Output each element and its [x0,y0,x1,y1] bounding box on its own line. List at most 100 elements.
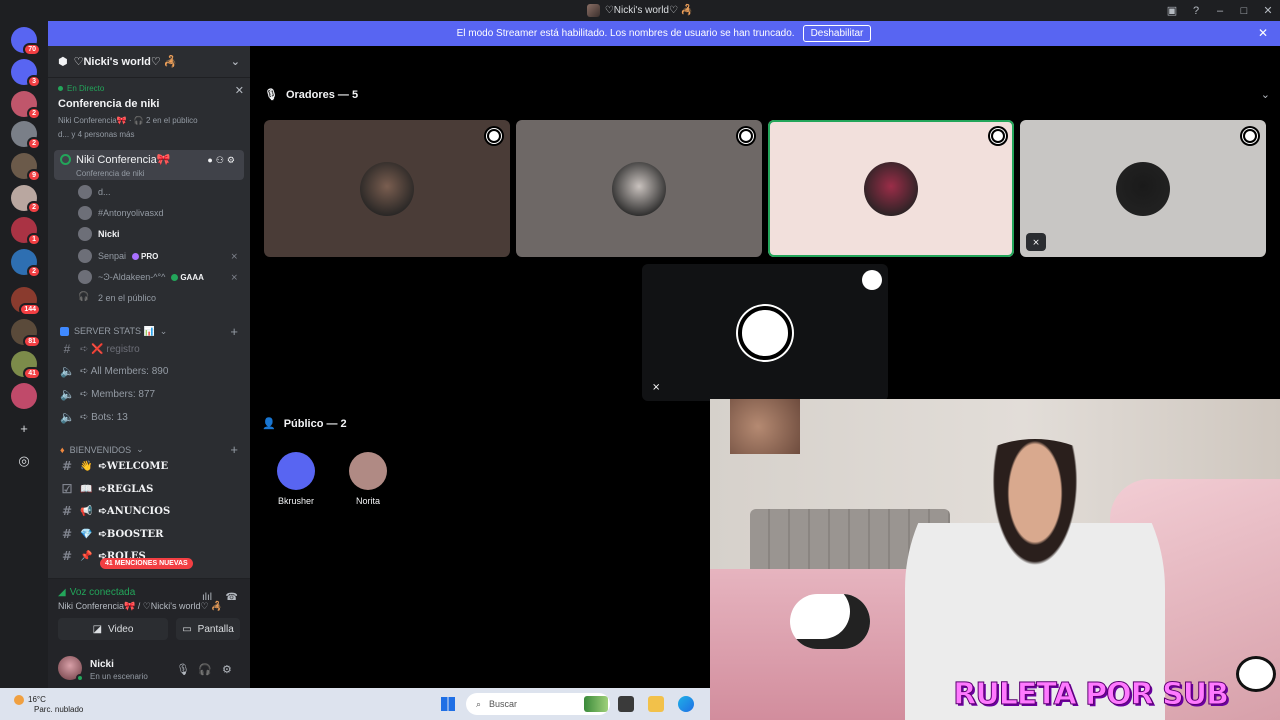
category-server-stats[interactable]: SERVER STATS 📊 ⌄ + [60,324,238,339]
stage-member[interactable]: d... [78,184,238,200]
moderator-icon [862,270,882,290]
microphone-icon[interactable]: 🎙 [176,663,190,676]
disable-streamer-button[interactable]: Deshabilitar [802,25,872,42]
server-name: ♡Nicki's world♡ 🦂 [73,56,178,68]
screen-share-button[interactable]: ▭ Pantalla [176,618,240,640]
muted-mic-icon: ⨯ [230,250,238,261]
server-icon[interactable]: 2 [11,121,41,150]
channel-item[interactable]: # 👋 ➪WELCOME [60,457,240,475]
channel-item[interactable]: ☑ 📖 ➪REGLAS [60,480,240,498]
channel-item[interactable]: # 📢 ➪ANUNCIOS [60,502,240,520]
moderator-icon [1240,126,1260,146]
headphones-icon[interactable]: 🎧 [198,663,212,676]
file-explorer-icon[interactable] [648,696,664,712]
close-icon[interactable]: ✕ [235,84,244,97]
server-icon[interactable]: 3 [11,59,41,88]
user-panel: Nicki En un escenario 🎙 🎧 ⚙ [48,650,250,688]
weather-widget[interactable]: 16°C Parc. nublado [14,695,83,715]
voice-status-label: Voz conectada [69,587,136,598]
mention-badge: 3 [27,75,41,88]
speaker-tile[interactable]: ⨯ [1020,120,1266,257]
add-server-icon[interactable]: + [14,419,34,439]
stage-member[interactable]: Senpai PRO ⨯ [78,248,238,264]
server-icon[interactable]: 41 [11,351,41,380]
title-bar: ♡Nicki's world♡ 🦂 ▣ ? – □ ✕ [0,0,1280,21]
inbox-icon[interactable]: ▣ [1160,4,1184,17]
server-icon[interactable]: 1 [11,217,41,246]
channel-item[interactable]: # 💎 ➪BOOSTER [60,525,240,543]
avatar [78,185,92,199]
chevron-down-icon: ⌄ [230,56,240,68]
member-name: #Antonyolivasxd [98,208,164,218]
server-icon[interactable]: 2 [11,91,41,120]
video-button[interactable]: ◪ Video [58,618,168,640]
add-channel-icon[interactable]: + [230,442,238,457]
server-header[interactable]: ⬢ ♡Nicki's world♡ 🦂 ⌄ [48,46,250,78]
windows-start-icon[interactable] [441,697,455,711]
channel-tools-icons[interactable]: ●⚇⚙ [207,155,238,166]
speaker-icon: 🔈 [60,387,75,401]
chevron-down-icon: ⌄ [159,326,168,336]
hash-icon: # [61,459,73,473]
channel-emoji: 📖 [80,483,93,495]
explore-icon[interactable]: ◎ [14,451,34,471]
channel-item[interactable]: 🔈 ➪ All Members: 890 [60,362,240,380]
microphone-icon: 🎙 [264,89,278,101]
add-channel-icon[interactable]: + [230,324,238,339]
close-banner-icon[interactable]: ✕ [1258,26,1268,40]
task-view-icon[interactable] [618,696,634,712]
speaker-tile[interactable] [264,120,510,257]
server-icon[interactable]: 144 [11,287,41,316]
server-icon[interactable]: 9 [11,153,41,182]
live-stage-card[interactable]: En Directo Conferencia de niki Niki Conf… [58,84,244,139]
mention-badge: 1 [27,233,41,246]
audience-icon: 👤 [262,418,276,430]
server-icon[interactable]: 2 [11,249,41,278]
close-window-button[interactable]: ✕ [1256,4,1280,17]
noise-suppression-icon[interactable]: ılıl [202,592,212,603]
settings-gear-icon[interactable]: ⚙ [222,663,232,676]
channel-item[interactable]: # ➪ ❌ registro [60,340,240,358]
member-tag: PRO [132,252,158,261]
stage-member[interactable]: Nicki [78,226,238,242]
disconnect-icon[interactable]: ☎ [226,592,238,603]
temperature: 16°C [28,695,46,705]
stage-member[interactable]: #Antonyolivasxd [78,205,238,221]
stage-member[interactable]: 🎧 2 en el público [78,290,238,306]
server-icon[interactable]: 81 [11,319,41,348]
screen-label: Pantalla [197,623,234,635]
server-icon[interactable]: 70 [11,27,41,56]
server-avatar-icon [586,4,600,17]
new-mentions-badge[interactable]: 41 MENCIONES NUEVAS [100,558,193,569]
webcam-overlay: RULETA POR SUB [710,399,1280,720]
channel-name: ➪ANUNCIOS [98,505,171,517]
speaker-tile[interactable] [516,120,762,257]
live-stage-participants: d... y 4 personas más [58,130,135,139]
maximize-button[interactable]: □ [1232,5,1256,17]
member-tag: GAAA [171,273,204,282]
weather-condition: Parc. nublado [34,705,84,715]
speaker-tile[interactable] [768,120,1014,257]
channel-name: ➪BOOSTER [98,528,164,540]
audience-header-label: Público — 2 [283,417,347,430]
taskbar-widget-icon[interactable] [584,696,608,712]
moderator-icon [988,126,1008,146]
help-icon[interactable]: ? [1184,5,1208,17]
channel-item[interactable]: 🔈 ➪ Members: 877 [60,385,240,403]
server-icon[interactable]: 2 [11,185,41,214]
stage-channel-active[interactable]: Niki Conferencia🎀 Conferencia de niki ●⚇… [54,150,244,180]
collapse-chevron-icon[interactable]: ⌄ [1261,88,1270,101]
channel-item[interactable]: 🔈 ➪ Bots: 13 [60,408,240,426]
voice-location[interactable]: Niki Conferencia🎀 / ♡Nicki's world♡ 🦂 [58,601,222,612]
audience-member[interactable]: Norita [340,452,396,506]
minimize-button[interactable]: – [1208,5,1232,17]
mention-badge: 2 [27,265,41,278]
speaker-tile[interactable]: ⨯ [642,264,888,401]
mention-badge: 144 [19,303,41,316]
category-bienvenidos[interactable]: ♦ BIENVENIDOS ⌄ + [60,442,238,457]
server-icon[interactable] [11,383,37,409]
audience-member[interactable]: Bkrusher [268,452,324,506]
edge-browser-icon[interactable] [678,696,694,712]
audience-header: 👤 Público — 2 [262,417,347,431]
stage-member[interactable]: ~Ͽ-Aldakeen-^°^ GAAA ⨯ [78,269,238,285]
